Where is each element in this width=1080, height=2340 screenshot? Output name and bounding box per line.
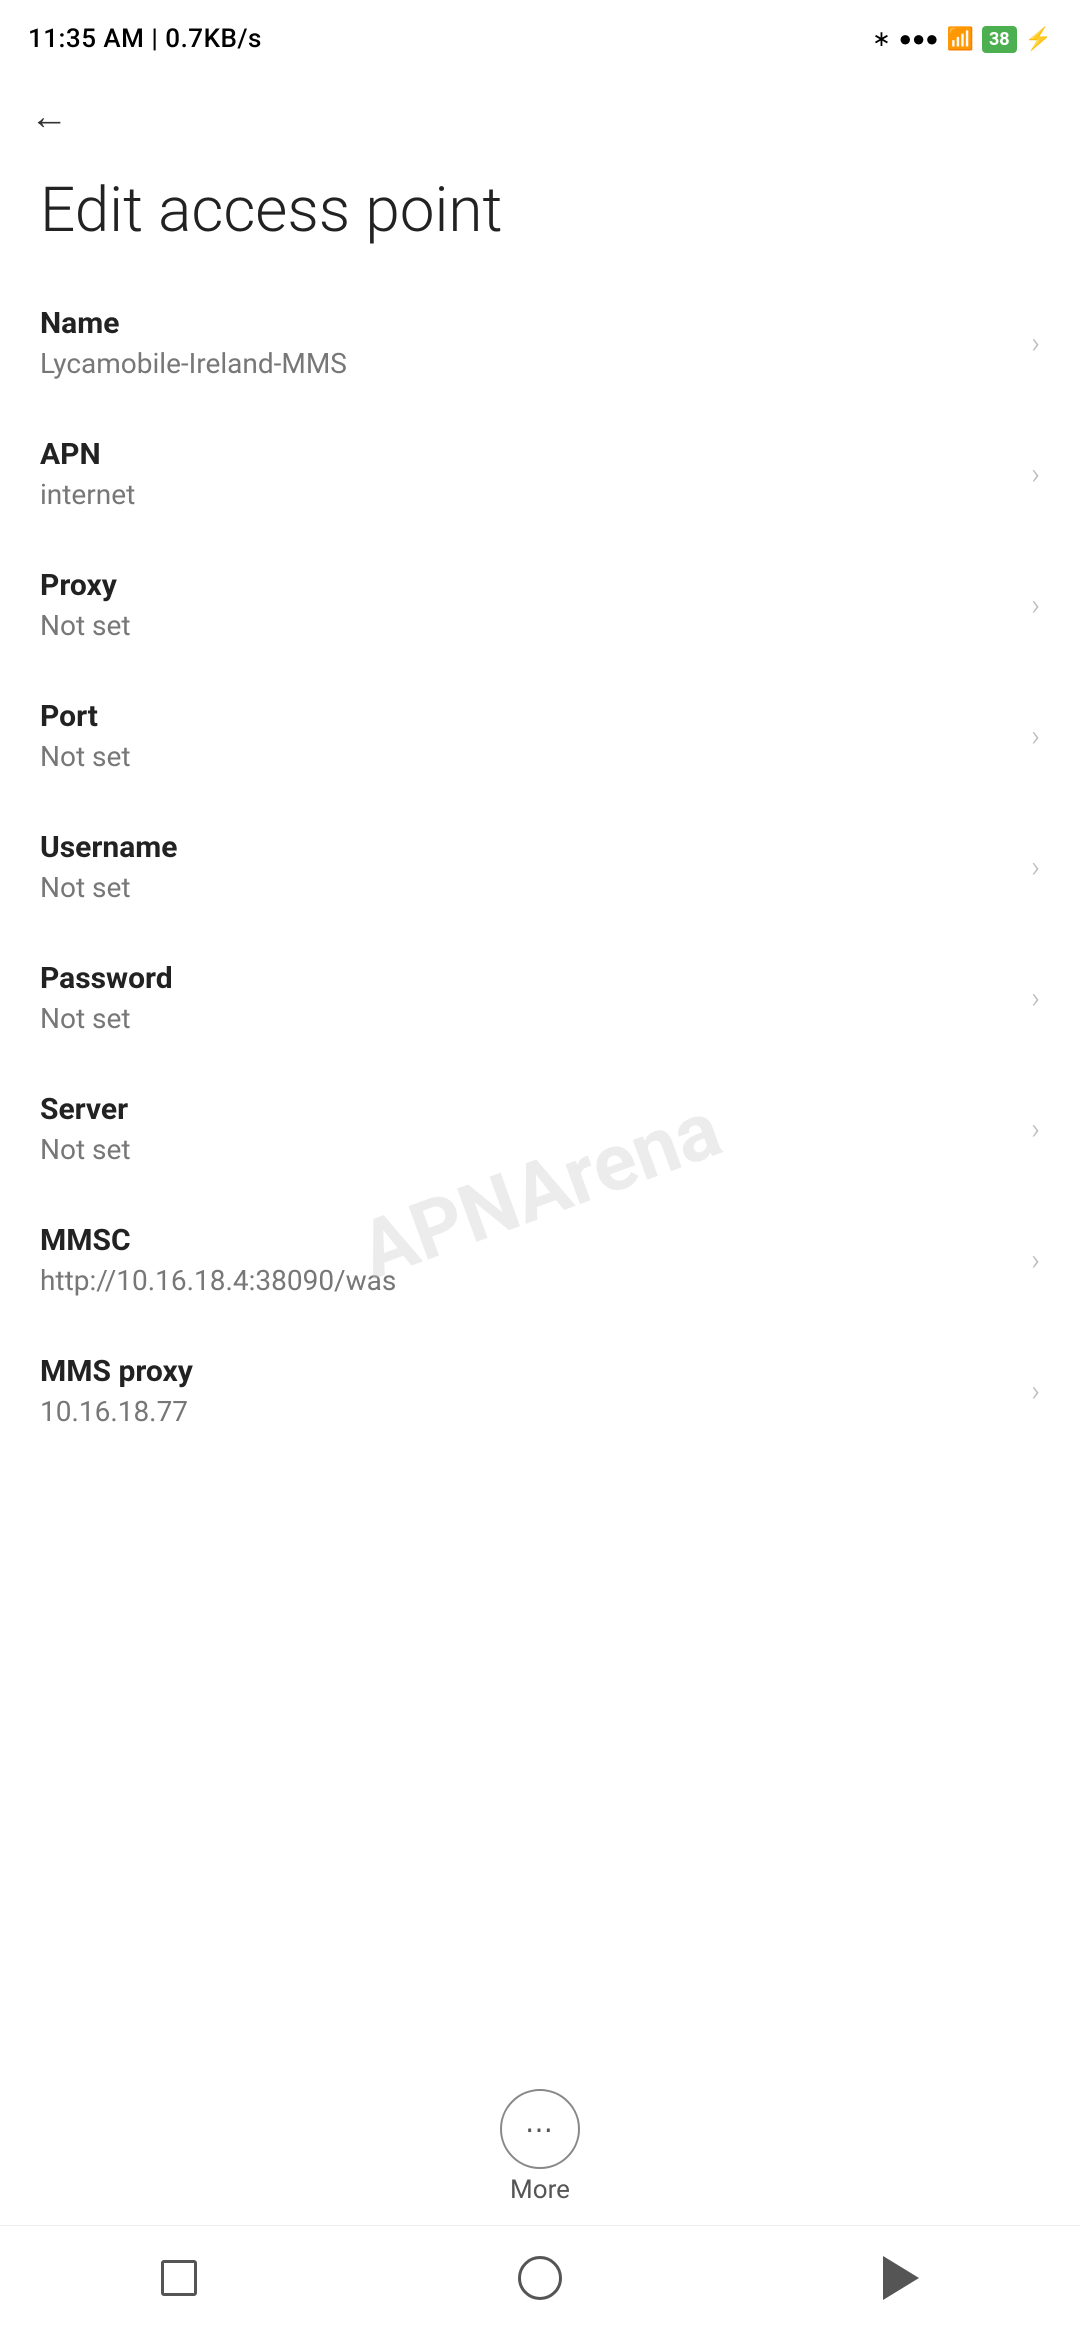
nav-bar (0, 2225, 1080, 2340)
chevron-right-icon-mmsc: › (1031, 1243, 1040, 1278)
status-bar: 11:35 AM | 0.7KB/s ∗ ●●● 📶 38 ⚡ (0, 0, 1080, 70)
toolbar: ← (0, 70, 1080, 154)
settings-item-username-content: Username Not set (40, 830, 1021, 904)
settings-item-mms-proxy[interactable]: MMS proxy 10.16.18.77 › (0, 1326, 1080, 1457)
settings-value-mmsc: http://10.16.18.4:38090/was (40, 1264, 1021, 1297)
chevron-right-icon-proxy: › (1031, 588, 1040, 623)
settings-value-mms-proxy: 10.16.18.77 (40, 1395, 1021, 1428)
back-nav-icon (883, 2256, 919, 2300)
settings-item-apn-content: APN internet (40, 437, 1021, 511)
more-dots-icon: ⋯ (525, 2113, 555, 2146)
more-label: More (510, 2175, 570, 2205)
settings-item-server[interactable]: Server Not set › (0, 1064, 1080, 1195)
status-time: 11:35 AM | 0.7KB/s (28, 24, 262, 54)
settings-item-name[interactable]: Name Lycamobile-Ireland-MMS › (0, 278, 1080, 409)
settings-item-server-content: Server Not set (40, 1092, 1021, 1166)
settings-item-port-content: Port Not set (40, 699, 1021, 773)
chevron-right-icon-mms-proxy: › (1031, 1374, 1040, 1409)
status-icons: ∗ ●●● 📶 38 ⚡ (872, 26, 1052, 53)
bluetooth-icon: ∗ (872, 27, 890, 52)
settings-value-apn: internet (40, 478, 1021, 511)
settings-label-username: Username (40, 830, 1021, 865)
content-wrapper: APNArena Edit access point Name Lycamobi… (0, 154, 1080, 2225)
settings-label-name: Name (40, 306, 1021, 341)
chevron-right-icon-name: › (1031, 326, 1040, 361)
home-button[interactable] (508, 2246, 572, 2310)
back-button[interactable]: ← (30, 90, 68, 144)
settings-item-password[interactable]: Password Not set › (0, 933, 1080, 1064)
settings-value-name: Lycamobile-Ireland-MMS (40, 347, 1021, 380)
wifi-icon: 📶 (947, 27, 974, 52)
battery-indicator: 38 (982, 26, 1017, 53)
settings-label-mms-proxy: MMS proxy (40, 1354, 1021, 1389)
chevron-right-icon-username: › (1031, 850, 1040, 885)
settings-value-server: Not set (40, 1133, 1021, 1166)
settings-label-server: Server (40, 1092, 1021, 1127)
settings-item-name-content: Name Lycamobile-Ireland-MMS (40, 306, 1021, 380)
settings-item-username[interactable]: Username Not set › (0, 802, 1080, 933)
more-button[interactable]: ⋯ (500, 2089, 580, 2169)
settings-list: Name Lycamobile-Ireland-MMS › APN intern… (0, 278, 1080, 2059)
settings-item-proxy-content: Proxy Not set (40, 568, 1021, 642)
settings-item-proxy[interactable]: Proxy Not set › (0, 540, 1080, 671)
settings-item-mmsc[interactable]: MMSC http://10.16.18.4:38090/was › (0, 1195, 1080, 1326)
settings-value-proxy: Not set (40, 609, 1021, 642)
settings-label-port: Port (40, 699, 1021, 734)
more-area: ⋯ More (0, 2059, 1080, 2225)
charging-icon: ⚡ (1025, 27, 1052, 52)
settings-value-username: Not set (40, 871, 1021, 904)
chevron-right-icon-apn: › (1031, 457, 1040, 492)
back-arrow-icon: ← (30, 98, 68, 136)
settings-label-mmsc: MMSC (40, 1223, 1021, 1258)
signal-icon: ●●● (899, 26, 939, 52)
settings-item-port[interactable]: Port Not set › (0, 671, 1080, 802)
settings-item-mms-proxy-content: MMS proxy 10.16.18.77 (40, 1354, 1021, 1428)
settings-label-password: Password (40, 961, 1021, 996)
settings-label-proxy: Proxy (40, 568, 1021, 603)
settings-item-password-content: Password Not set (40, 961, 1021, 1035)
settings-value-password: Not set (40, 1002, 1021, 1035)
settings-value-port: Not set (40, 740, 1021, 773)
page-title: Edit access point (0, 154, 1080, 278)
chevron-right-icon-port: › (1031, 719, 1040, 754)
settings-label-apn: APN (40, 437, 1021, 472)
recent-apps-icon (161, 2260, 197, 2296)
settings-item-apn[interactable]: APN internet › (0, 409, 1080, 540)
home-icon (518, 2256, 562, 2300)
chevron-right-icon-password: › (1031, 981, 1040, 1016)
settings-item-mmsc-content: MMSC http://10.16.18.4:38090/was (40, 1223, 1021, 1297)
chevron-right-icon-server: › (1031, 1112, 1040, 1147)
back-nav-button[interactable] (873, 2246, 929, 2310)
recent-apps-button[interactable] (151, 2250, 207, 2306)
